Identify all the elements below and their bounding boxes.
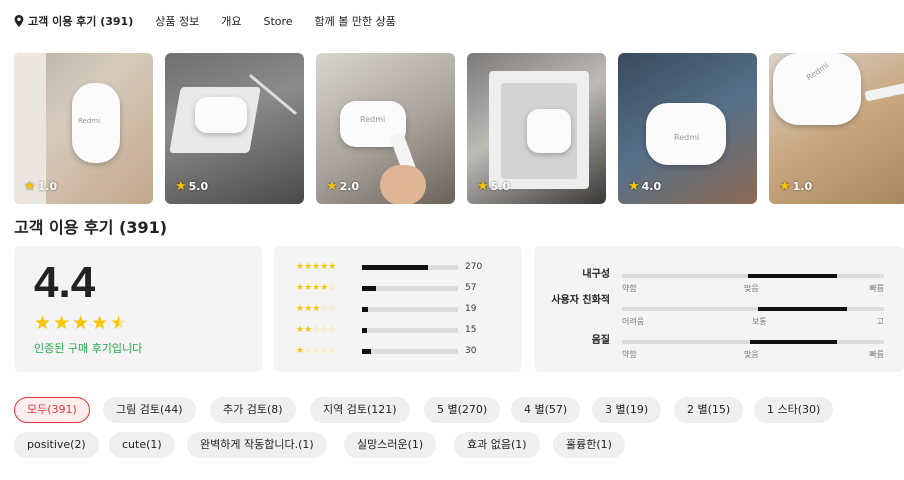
case-brand-text: Redmi [78, 117, 101, 125]
scale-low-label: 어려움 [622, 317, 645, 326]
location-pin-icon [14, 15, 24, 27]
filter-chip-photo[interactable]: 그림 검토(44) [103, 397, 196, 423]
case-brand-text: Redmi [360, 115, 386, 124]
three-star-icons: ★★★☆☆ [296, 304, 337, 314]
tag-chip-cute[interactable]: cute(1) [109, 432, 175, 458]
star-icon: ★ [175, 179, 187, 194]
distribution-row[interactable]: ★★★★☆ 57 [296, 282, 476, 294]
case-brand-text: Redmi [674, 133, 700, 142]
review-photo[interactable]: Redmi ★ 4.0 [618, 53, 757, 204]
attribute-bar-usability [622, 307, 884, 311]
tag-chip-works-perfectly[interactable]: 완벽하게 작동합니다.(1) [187, 432, 327, 458]
attribute-ratings-card: 내구성 약함 맞음 빠름 사용자 친화적 어려움 보통 고 음질 약함 맞음 빠… [534, 246, 904, 372]
scale-high-label: 빠름 [869, 350, 884, 359]
reviews-section-title: 고객 이용 후기 (391) [14, 218, 168, 237]
average-rating-value: 4.4 [34, 258, 96, 307]
star-icon: ★ [24, 179, 36, 194]
nav-item-product-info[interactable]: 상품 정보 [155, 13, 199, 29]
star-icon: ★ [34, 312, 52, 334]
filter-chip-5star[interactable]: 5 별(270) [424, 397, 501, 423]
distribution-row[interactable]: ★☆☆☆☆ 30 [296, 345, 476, 357]
photo-rating: ★ 1.0 [779, 179, 812, 194]
scale-mid-label: 맞음 [744, 350, 759, 359]
scale-low-label: 약함 [622, 350, 637, 359]
review-photo[interactable]: Redmi ★ 1.0 [769, 53, 904, 204]
star-icon: ★ [477, 179, 489, 194]
photo-rating: ★ 5.0 [175, 179, 208, 194]
two-star-icons: ★★☆☆☆ [296, 325, 337, 335]
star-icon: ★ [72, 312, 90, 334]
nav-item-overview[interactable]: 개요 [221, 13, 241, 29]
average-rating-stars: ★ ★ ★ ★ ★ ★ [34, 312, 127, 334]
rating-distribution-card: ★★★★★ 270 ★★★★☆ 57 ★★★☆☆ 19 ★★☆☆☆ 15 ★☆☆… [274, 246, 522, 372]
review-photo[interactable]: Redmi ★ 1.0 [14, 53, 153, 204]
five-star-icons: ★★★★★ [296, 262, 337, 272]
one-star-icons: ★☆☆☆☆ [296, 346, 337, 356]
photo-rating: ★ 2.0 [326, 179, 359, 194]
four-star-icons: ★★★★☆ [296, 283, 337, 293]
filter-chip-all[interactable]: 모두(391) [14, 397, 90, 423]
scale-high-label: 고 [876, 317, 884, 326]
tag-chip-disappointing[interactable]: 실망스러운(1) [344, 432, 437, 458]
nav-item-reviews[interactable]: 고객 이용 후기 (391) [28, 13, 133, 29]
attribute-label-durability: 내구성 [582, 269, 610, 280]
distribution-bar [362, 348, 458, 354]
tag-chip-positive[interactable]: positive(2) [14, 432, 99, 458]
distribution-bar [362, 285, 458, 291]
attribute-bar-durability [622, 274, 884, 278]
photo-rating-value: 1.0 [792, 180, 813, 193]
filter-chip-2star[interactable]: 2 별(15) [674, 397, 744, 423]
photo-rating-value: 1.0 [37, 180, 58, 193]
star-half-icon: ★ ★ [110, 312, 128, 334]
review-photo[interactable]: Redmi ★ 2.0 [316, 53, 455, 204]
average-rating-card: 4.4 ★ ★ ★ ★ ★ ★ 인증된 구매 후기입니다 [14, 246, 262, 372]
distribution-count: 30 [465, 346, 477, 356]
scale-high-label: 빠름 [869, 284, 884, 293]
distribution-row[interactable]: ★★★☆☆ 19 [296, 303, 476, 315]
photo-rating-value: 4.0 [641, 180, 662, 193]
review-photo-strip: Redmi ★ 1.0 ★ 5.0 Redmi ★ 2.0 ★ 5.0 Redmi ★ 4… [14, 53, 904, 204]
distribution-bar [362, 327, 458, 333]
star-icon: ★ [326, 179, 338, 194]
attribute-label-usability: 사용자 친화적 [551, 295, 610, 306]
review-photo[interactable]: ★ 5.0 [165, 53, 304, 204]
photo-rating: ★ 1.0 [24, 179, 57, 194]
nav-item-store[interactable]: Store [263, 15, 292, 28]
star-icon: ★ [779, 179, 791, 194]
review-photo[interactable]: ★ 5.0 [467, 53, 606, 204]
scale-mid-label: 맞음 [744, 284, 759, 293]
product-section-nav: 고객 이용 후기 (391) 상품 정보 개요 Store 함께 볼 만한 상품 [14, 10, 418, 32]
star-icon: ★ [53, 312, 71, 334]
distribution-row[interactable]: ★★★★★ 270 [296, 261, 482, 273]
filter-chip-additional[interactable]: 추가 검토(8) [210, 397, 296, 423]
distribution-bar [362, 306, 458, 312]
distribution-count: 15 [465, 325, 477, 335]
distribution-row[interactable]: ★★☆☆☆ 15 [296, 324, 476, 336]
filter-chip-1star[interactable]: 1 스타(30) [754, 397, 834, 423]
photo-rating: ★ 5.0 [477, 179, 510, 194]
filter-chip-local[interactable]: 지역 검토(121) [310, 397, 410, 423]
tag-chip-excellent[interactable]: 훌륭한(1) [553, 432, 625, 458]
tag-chip-no-effect[interactable]: 효과 없음(1) [454, 432, 540, 458]
photo-rating-value: 5.0 [188, 180, 209, 193]
scale-low-label: 약함 [622, 284, 637, 293]
nav-item-related-products[interactable]: 함께 볼 만한 상품 [315, 13, 396, 29]
verified-purchase-note: 인증된 구매 후기입니다 [34, 342, 143, 355]
distribution-count: 270 [465, 262, 483, 272]
star-icon: ★ [628, 179, 640, 194]
filter-chip-4star[interactable]: 4 별(57) [511, 397, 581, 423]
filter-chip-3star[interactable]: 3 별(19) [592, 397, 662, 423]
photo-rating-value: 2.0 [339, 180, 360, 193]
distribution-bar [362, 264, 458, 270]
scale-mid-label: 보통 [752, 317, 767, 326]
photo-rating-value: 5.0 [490, 180, 511, 193]
star-icon: ★ [91, 312, 109, 334]
attribute-label-sound: 음질 [591, 335, 610, 346]
photo-rating: ★ 4.0 [628, 179, 661, 194]
distribution-count: 19 [465, 304, 477, 314]
distribution-count: 57 [465, 283, 477, 293]
attribute-bar-sound [622, 340, 884, 344]
